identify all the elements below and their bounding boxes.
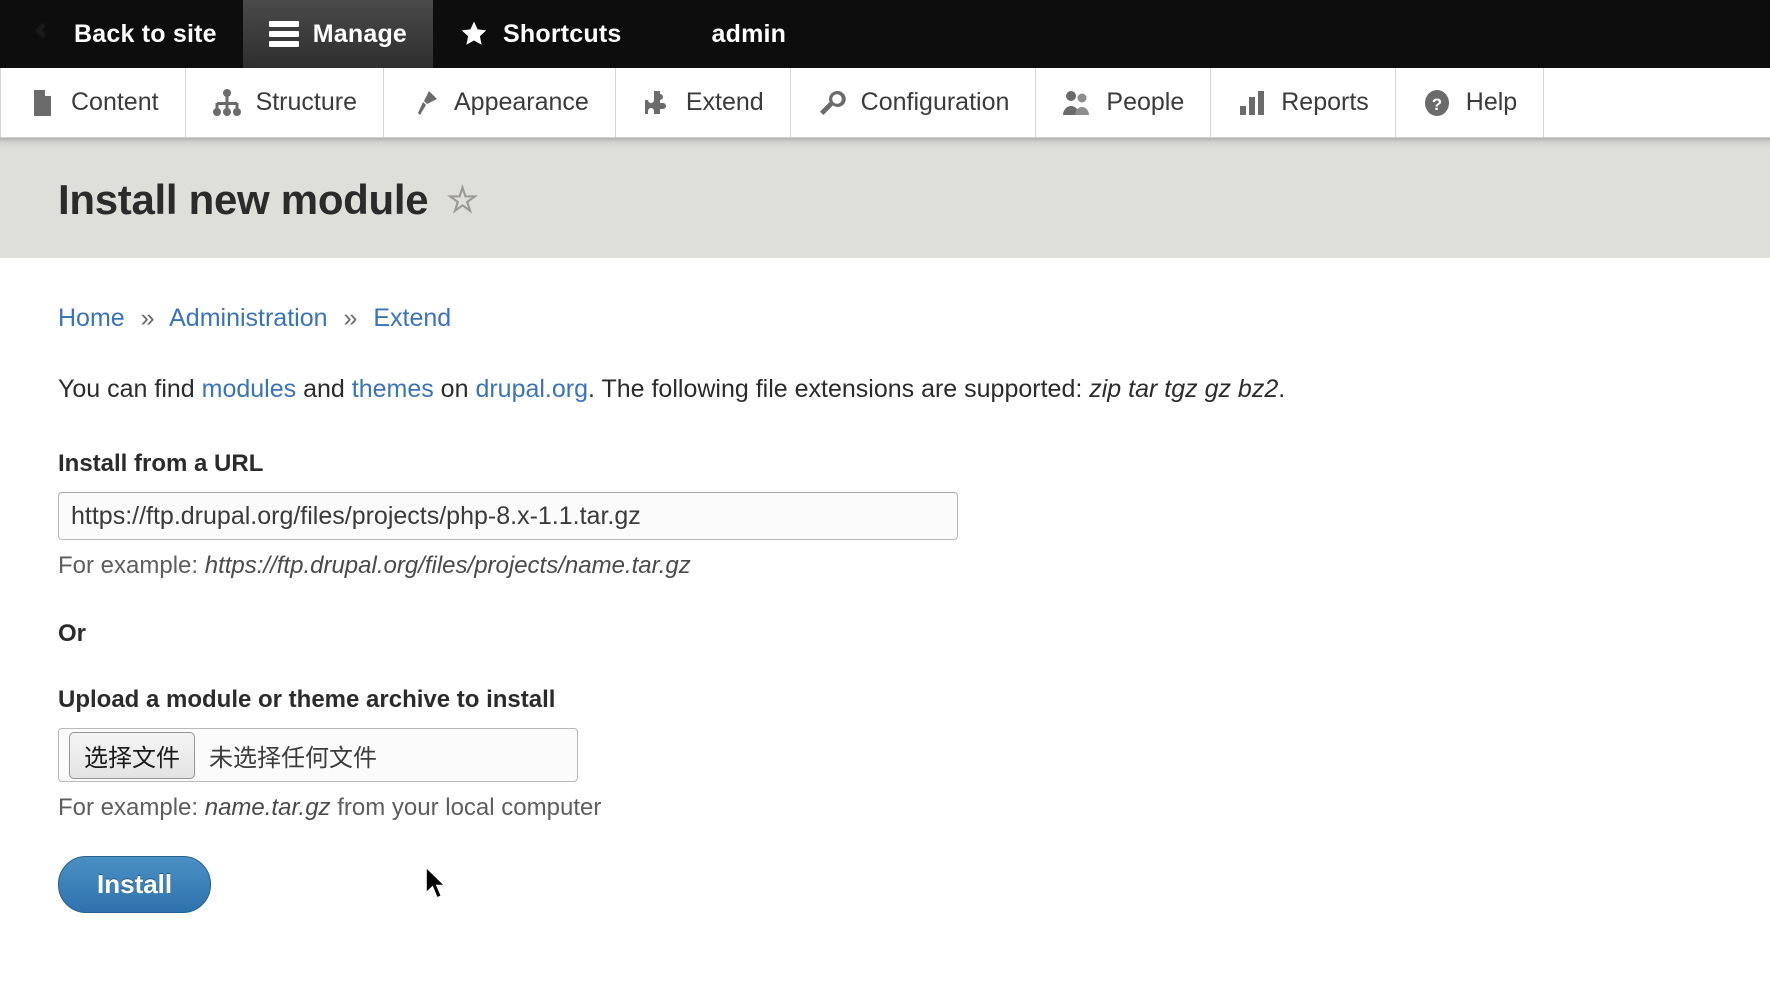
question-mark-icon: ? — [1422, 88, 1452, 118]
nav-shadow-divider — [0, 138, 1770, 148]
puzzle-piece-icon — [642, 88, 672, 118]
menu-item-configuration[interactable]: Configuration — [791, 68, 1037, 137]
people-icon — [1062, 88, 1092, 118]
intro-text: You can find modules and themes on drupa… — [58, 375, 1712, 404]
page-header-band: Install new module ☆ — [0, 148, 1770, 258]
intro-text-2: and — [296, 375, 352, 403]
link-drupal-org[interactable]: drupal.org — [475, 375, 588, 403]
bookmark-star-icon[interactable]: ☆ — [446, 182, 478, 218]
upload-field-hint: For example: name.tar.gz from your local… — [58, 794, 1712, 822]
paintbrush-icon — [410, 88, 440, 118]
main-content: Home » Administration » Extend You can f… — [0, 258, 1770, 913]
breadcrumb-link-home[interactable]: Home — [58, 304, 125, 332]
menu-label-reports: Reports — [1281, 88, 1369, 116]
page-title-row: Install new module ☆ — [58, 176, 1770, 224]
breadcrumb-link-extend[interactable]: Extend — [373, 304, 451, 332]
toolbar-label-shortcuts: Shortcuts — [503, 19, 622, 48]
menu-label-appearance: Appearance — [454, 88, 589, 116]
menu-item-extend[interactable]: Extend — [616, 68, 791, 137]
toolbar-item-admin-account[interactable]: admin — [648, 0, 813, 68]
menu-label-help: Help — [1465, 88, 1518, 116]
link-modules[interactable]: modules — [202, 375, 297, 403]
install-url-input[interactable] — [58, 492, 958, 540]
toolbar-item-back-to-site[interactable]: Back to site — [0, 0, 243, 68]
intro-text-4: . The following file extensions are supp… — [588, 375, 1090, 403]
star-icon — [459, 19, 489, 49]
menu-item-content[interactable]: Content — [0, 68, 186, 137]
menu-item-people[interactable]: People — [1036, 68, 1212, 137]
breadcrumb-separator: » — [343, 304, 358, 332]
admin-menu-bar: Content Structure Appearance Extend Conf… — [0, 68, 1770, 138]
url-hint-prefix: For example: — [58, 552, 205, 579]
document-icon — [27, 88, 57, 118]
wrench-icon — [817, 88, 847, 118]
hamburger-icon — [268, 21, 299, 47]
link-themes[interactable]: themes — [352, 375, 434, 403]
or-divider-label: Or — [58, 620, 87, 647]
intro-text-3: on — [433, 375, 476, 403]
install-button[interactable]: Install — [58, 856, 212, 913]
intro-text-1: You can find — [58, 375, 202, 403]
breadcrumb-link-administration[interactable]: Administration — [169, 304, 327, 332]
toolbar-label-manage: Manage — [312, 19, 408, 48]
menu-item-structure[interactable]: Structure — [186, 68, 384, 137]
supported-extensions: zip tar tgz gz bz2 — [1089, 375, 1279, 403]
intro-text-5: . — [1278, 375, 1286, 403]
menu-label-structure: Structure — [255, 88, 357, 116]
selected-file-status: 未选择任何文件 — [209, 744, 377, 772]
upload-hint-example: name.tar.gz — [204, 794, 331, 821]
upload-field-label: Upload a module or theme archive to inst… — [58, 686, 556, 713]
breadcrumb: Home » Administration » Extend — [58, 304, 1712, 333]
bar-chart-icon — [1237, 88, 1267, 118]
menu-item-appearance[interactable]: Appearance — [384, 68, 616, 137]
page-title: Install new module — [58, 176, 429, 223]
url-field-label: Install from a URL — [58, 450, 264, 477]
menu-item-reports[interactable]: Reports — [1211, 68, 1396, 137]
svg-text:?: ? — [1432, 95, 1442, 114]
toolbar-label-back-to-site: Back to site — [74, 19, 217, 48]
admin-toolbar: Back to site Manage Shortcuts admin — [0, 0, 1770, 68]
choose-file-button[interactable]: 选择文件 — [69, 731, 195, 779]
sitemap-icon — [212, 88, 242, 118]
file-upload-input[interactable]: 选择文件 未选择任何文件 — [58, 728, 578, 782]
menu-label-configuration: Configuration — [860, 88, 1010, 116]
menu-label-content: Content — [71, 88, 159, 116]
user-icon — [674, 19, 698, 49]
upload-hint-suffix: from your local computer — [330, 794, 602, 821]
toolbar-label-admin: admin — [711, 19, 787, 48]
menu-label-extend: Extend — [685, 88, 764, 116]
url-field-hint: For example: https://ftp.drupal.org/file… — [58, 552, 1712, 580]
back-circle-icon — [26, 17, 60, 51]
menu-label-people: People — [1106, 88, 1185, 116]
url-hint-example: https://ftp.drupal.org/files/projects/na… — [204, 552, 691, 579]
toolbar-item-shortcuts[interactable]: Shortcuts — [433, 0, 647, 68]
toolbar-item-manage[interactable]: Manage — [242, 0, 434, 68]
menu-item-help[interactable]: ? Help — [1396, 68, 1545, 137]
upload-hint-prefix: For example: — [58, 794, 205, 821]
breadcrumb-separator: » — [140, 304, 155, 332]
